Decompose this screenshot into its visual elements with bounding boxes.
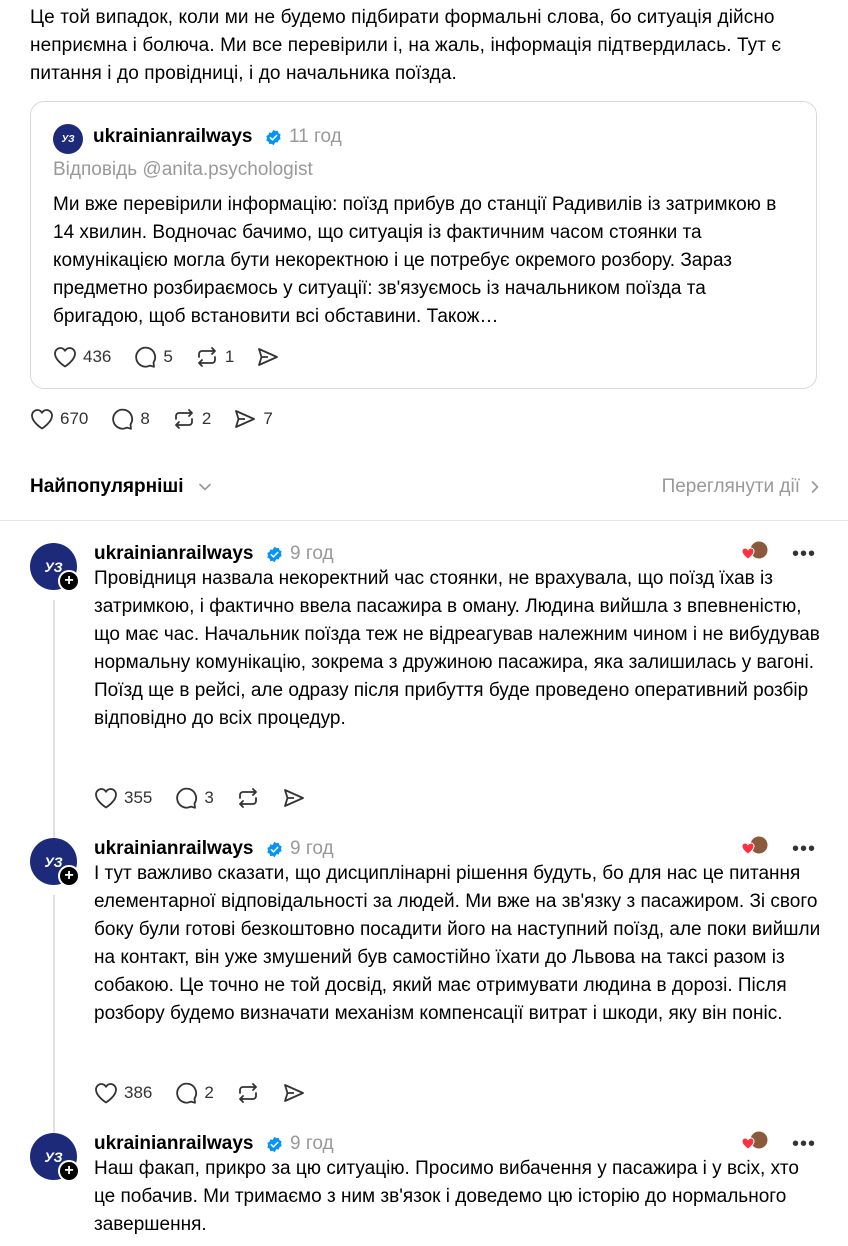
like-button[interactable]: 355 xyxy=(94,787,152,809)
more-options-icon[interactable]: ••• xyxy=(792,838,816,861)
share-count: 7 xyxy=(263,409,273,428)
verified-badge-icon xyxy=(267,546,282,563)
comment-button[interactable]: 2 xyxy=(174,1082,214,1104)
reply-username[interactable]: ukrainianrailways xyxy=(94,1133,253,1155)
follow-button[interactable]: + xyxy=(58,570,80,592)
replies-sort-bar: Найпопулярніші Переглянути дії xyxy=(30,474,820,500)
author-liked-icon xyxy=(741,1130,769,1150)
like-count: 670 xyxy=(60,409,89,428)
share-icon xyxy=(283,789,304,807)
post-actions: 670 8 2 7 xyxy=(30,408,295,430)
like-button[interactable]: 436 xyxy=(53,346,111,368)
comment-icon xyxy=(112,408,134,430)
comment-button[interactable]: 8 xyxy=(110,408,150,430)
share-button[interactable] xyxy=(282,1082,306,1104)
reply-username[interactable]: ukrainianrailways xyxy=(94,838,253,860)
verified-badge-icon xyxy=(267,841,282,858)
comment-button[interactable]: 5 xyxy=(133,346,173,368)
author-liked-icon xyxy=(741,540,769,560)
divider xyxy=(0,520,848,521)
repost-button[interactable] xyxy=(236,1082,260,1104)
post-text: Це той випадок, коли ми не будемо підбир… xyxy=(30,7,782,84)
reply-text: Наш факап, прикро за цю ситуацію. Просим… xyxy=(94,1158,799,1235)
like-count: 355 xyxy=(124,788,153,807)
quoted-username[interactable]: ukrainianrailways xyxy=(93,126,252,148)
reply-to-label[interactable]: Відповідь @anita.psychologist xyxy=(53,159,313,181)
more-options-icon[interactable]: ••• xyxy=(792,1133,816,1156)
reply-actions: 355 3 xyxy=(94,787,328,809)
repost-icon xyxy=(174,409,193,429)
comment-count: 3 xyxy=(204,788,214,807)
share-icon xyxy=(283,1084,304,1102)
reply-text: Провідниця назвала некоректний час стоян… xyxy=(94,568,820,729)
more-options-icon[interactable]: ••• xyxy=(792,543,816,566)
author-liked-icon xyxy=(741,835,769,855)
heart-icon xyxy=(31,409,53,430)
comment-button[interactable]: 3 xyxy=(174,787,214,809)
verified-badge-icon xyxy=(267,1136,282,1153)
repost-icon xyxy=(238,788,257,808)
comment-count: 2 xyxy=(204,1083,214,1102)
like-button[interactable]: 670 xyxy=(30,408,88,430)
reply-timestamp: 9 год xyxy=(290,1133,334,1154)
reply-timestamp: 9 год xyxy=(290,543,334,564)
comment-icon xyxy=(176,787,198,809)
heart-icon xyxy=(54,347,76,368)
uz-logo-text: УЗ xyxy=(44,1148,63,1165)
thread-line xyxy=(53,895,55,1163)
share-icon xyxy=(235,410,256,428)
repost-icon xyxy=(238,1083,257,1103)
quoted-post-card[interactable]: УЗ ukrainianrailways 11 год Відповідь @a… xyxy=(30,101,817,389)
share-button[interactable] xyxy=(256,346,280,368)
like-count: 386 xyxy=(124,1083,153,1102)
comment-icon xyxy=(176,1082,198,1104)
sort-dropdown[interactable]: Найпопулярніші xyxy=(30,476,183,498)
heart-icon xyxy=(95,1083,117,1104)
chevron-down-icon[interactable] xyxy=(198,480,212,494)
repost-button[interactable]: 2 xyxy=(172,408,211,430)
reply-actions: 386 2 xyxy=(94,1082,328,1104)
like-button[interactable]: 386 xyxy=(94,1082,152,1104)
share-button[interactable]: 7 xyxy=(233,408,273,430)
comment-icon xyxy=(135,346,157,368)
uz-logo-text: УЗ xyxy=(44,558,63,575)
share-button[interactable] xyxy=(282,787,306,809)
reply-username[interactable]: ukrainianrailways xyxy=(94,543,253,565)
quoted-post-text: Ми вже перевірили інформацію: поїзд приб… xyxy=(53,194,777,327)
chevron-right-icon xyxy=(811,481,819,493)
uz-logo-text: УЗ xyxy=(61,133,75,145)
follow-button[interactable]: + xyxy=(58,1160,80,1182)
reply-text: І тут важливо сказати, що дисциплінарні … xyxy=(94,863,821,1024)
quoted-timestamp: 11 год xyxy=(289,126,342,147)
repost-button[interactable]: 1 xyxy=(195,346,234,368)
like-count: 436 xyxy=(83,347,112,366)
repost-count: 1 xyxy=(224,347,235,366)
repost-count: 2 xyxy=(201,409,212,428)
uz-logo-text: УЗ xyxy=(44,853,63,870)
uz-avatar[interactable]: УЗ xyxy=(53,124,83,154)
quoted-actions: 436 5 1 xyxy=(53,346,302,368)
repost-button[interactable] xyxy=(236,787,260,809)
view-activity-link[interactable]: Переглянути дії xyxy=(662,476,820,498)
repost-icon xyxy=(197,347,216,367)
follow-button[interactable]: + xyxy=(58,865,80,887)
view-activity-label: Переглянути дії xyxy=(661,476,800,497)
comment-count: 5 xyxy=(163,347,173,366)
share-icon xyxy=(258,348,279,366)
heart-icon xyxy=(95,788,117,809)
verified-badge-icon xyxy=(266,129,281,146)
comment-count: 8 xyxy=(140,409,150,428)
thread-line xyxy=(53,600,55,868)
reply-timestamp: 9 год xyxy=(290,838,334,859)
